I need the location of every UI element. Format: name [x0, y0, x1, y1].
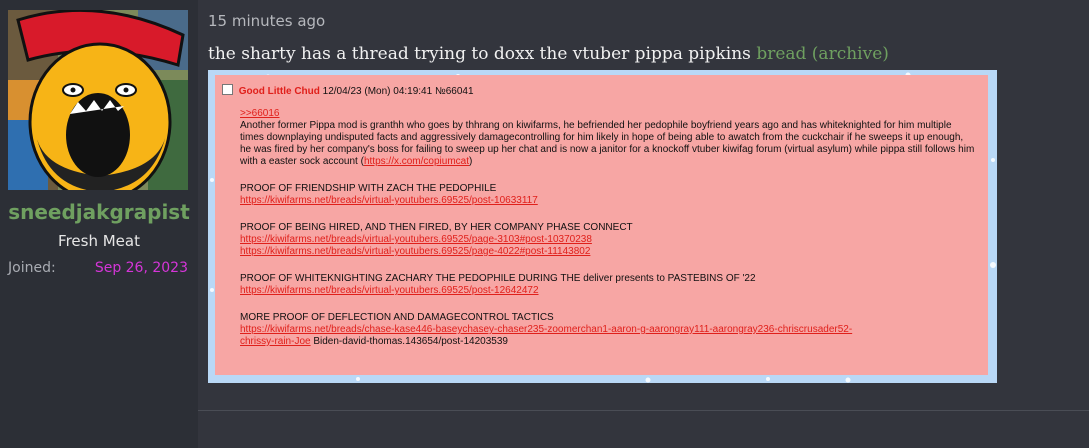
post-body: >>66016 Another former Pippa mod is gran…: [240, 108, 975, 348]
paragraph-end: ): [469, 156, 473, 167]
section-link[interactable]: https://kiwifarms.net/breads/chase-kase4…: [240, 324, 852, 335]
section-heading: PROOF OF BEING HIRED, AND THEN FIRED, BY…: [240, 222, 633, 233]
section-heading: MORE PROOF OF DEFLECTION AND DAMAGECONTR…: [240, 312, 554, 323]
avatar[interactable]: [8, 10, 188, 190]
message-timestamp[interactable]: 15 minutes ago: [208, 12, 325, 30]
section-heading: PROOF OF FRIENDSHIP WITH ZACH THE PEDOPH…: [240, 183, 497, 194]
section-link[interactable]: https://kiwifarms.net/breads/virtual-you…: [240, 285, 539, 296]
section-link[interactable]: https://kiwifarms.net/breads/virtual-you…: [240, 195, 538, 206]
joined-date: Sep 26, 2023: [94, 260, 188, 276]
archive-link[interactable]: bread (archive): [756, 44, 889, 64]
message-text: the sharty has a thread trying to doxx t…: [208, 44, 889, 64]
post-number[interactable]: №66041: [435, 86, 474, 97]
post-datetime: 12/04/23 (Mon) 04:19:41: [322, 86, 433, 97]
username[interactable]: sneedjakgrapist: [0, 200, 198, 224]
post-paragraph-text: Another former Pippa mod is granthh who …: [240, 120, 975, 167]
poster-name: Good Little Chud: [238, 86, 320, 97]
reply-link[interactable]: >>66016: [240, 108, 280, 119]
post-header: Good Little Chud 12/04/23 (Mon) 04:19:41…: [222, 84, 474, 97]
embedded-screenshot[interactable]: Good Little Chud 12/04/23 (Mon) 04:19:41…: [208, 70, 997, 383]
imageboard-post: Good Little Chud 12/04/23 (Mon) 04:19:41…: [215, 75, 988, 375]
section-heading: PROOF OF WHITEKNIGHTING ZACHARY THE PEDO…: [240, 273, 756, 284]
user-column: sneedjakgrapist Fresh Meat Joined: Sep 2…: [0, 0, 198, 448]
section-link[interactable]: https://kiwifarms.net/breads/virtual-you…: [240, 246, 590, 257]
message-text-content: the sharty has a thread trying to doxx t…: [208, 44, 751, 64]
post-checkbox[interactable]: [222, 84, 233, 95]
post-paragraph: Another former Pippa mod is granthh who …: [240, 120, 975, 168]
link-tail-text: Biden-david-thomas.143654/post-14203539: [310, 336, 508, 347]
paragraph-link[interactable]: https://x.com/copiumcat: [364, 156, 469, 167]
soyjak-avatar-image: [8, 10, 188, 190]
joined-label: Joined:: [8, 260, 56, 276]
section-link[interactable]: chrissy-rain-Joe: [240, 336, 311, 347]
message-divider: [198, 410, 1089, 411]
user-title: Fresh Meat: [58, 232, 140, 250]
section-link[interactable]: https://kiwifarms.net/breads/virtual-you…: [240, 234, 592, 245]
